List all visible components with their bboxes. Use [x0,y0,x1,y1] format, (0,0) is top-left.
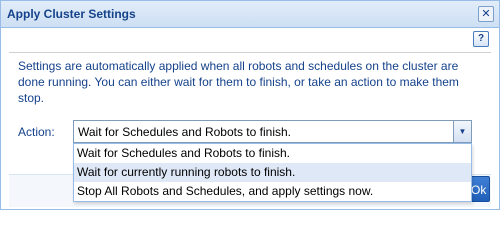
action-dropdown-list: Wait for Schedules and Robots to finish.… [73,143,472,202]
action-combobox[interactable]: Wait for Schedules and Robots to finish.… [73,120,472,143]
action-label: Action: [18,125,55,139]
header-separator [9,52,491,53]
help-icon[interactable]: ? [473,31,489,47]
action-option-wait-running[interactable]: Wait for currently running robots to fin… [74,163,471,182]
apply-cluster-settings-dialog: Apply Cluster Settings ✕ ? Settings are … [0,0,500,210]
action-option-stop-all[interactable]: Stop All Robots and Schedules, and apply… [74,182,471,201]
dialog-title: Apply Cluster Settings [7,7,136,21]
close-icon[interactable]: ✕ [478,6,494,22]
dialog-titlebar[interactable]: Apply Cluster Settings ✕ [1,1,499,28]
chevron-down-icon[interactable]: ▼ [453,121,471,142]
action-selected-value: Wait for Schedules and Robots to finish. [78,125,291,139]
settings-description: Settings are automatically applied when … [18,59,459,105]
action-option-wait-all[interactable]: Wait for Schedules and Robots to finish. [74,144,471,163]
